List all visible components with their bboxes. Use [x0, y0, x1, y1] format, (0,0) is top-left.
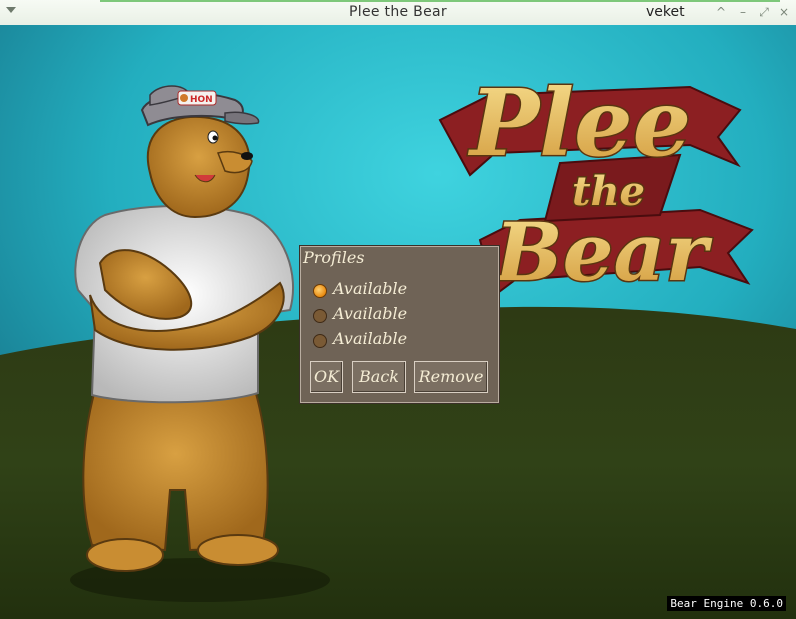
logo-word-bear: Bear: [493, 205, 712, 299]
profile-option-label: Available: [333, 329, 408, 348]
radio-selected-icon[interactable]: [313, 284, 327, 298]
back-button[interactable]: Back: [352, 361, 406, 393]
dialog-title: Profiles: [303, 248, 365, 267]
remove-button[interactable]: Remove: [414, 361, 488, 393]
maximize-icon[interactable]: ⤢: [757, 5, 771, 19]
logo-word-plee: Plee: [467, 69, 691, 177]
titlebar-accent: [100, 0, 780, 2]
engine-version-label: Bear Engine 0.6.0: [667, 596, 786, 611]
window-titlebar: Plee the Bear veket ^ – ⤢ ×: [0, 0, 796, 26]
minimize-icon[interactable]: –: [736, 5, 750, 19]
profile-option-label: Available: [333, 279, 408, 298]
radio-unselected-icon[interactable]: [313, 334, 327, 348]
ok-button[interactable]: OK: [310, 361, 343, 393]
cap-logo-text: HON: [190, 95, 213, 105]
profile-option-label: Available: [333, 304, 408, 323]
shade-icon[interactable]: ^: [714, 5, 728, 19]
radio-unselected-icon[interactable]: [313, 309, 327, 323]
window-right-label: veket: [646, 4, 685, 20]
close-icon[interactable]: ×: [777, 5, 791, 19]
game-canvas: Plee the Bear HON Profiles Available Ava…: [0, 25, 796, 619]
profiles-dialog: Profiles Available Available Available O…: [300, 246, 499, 403]
